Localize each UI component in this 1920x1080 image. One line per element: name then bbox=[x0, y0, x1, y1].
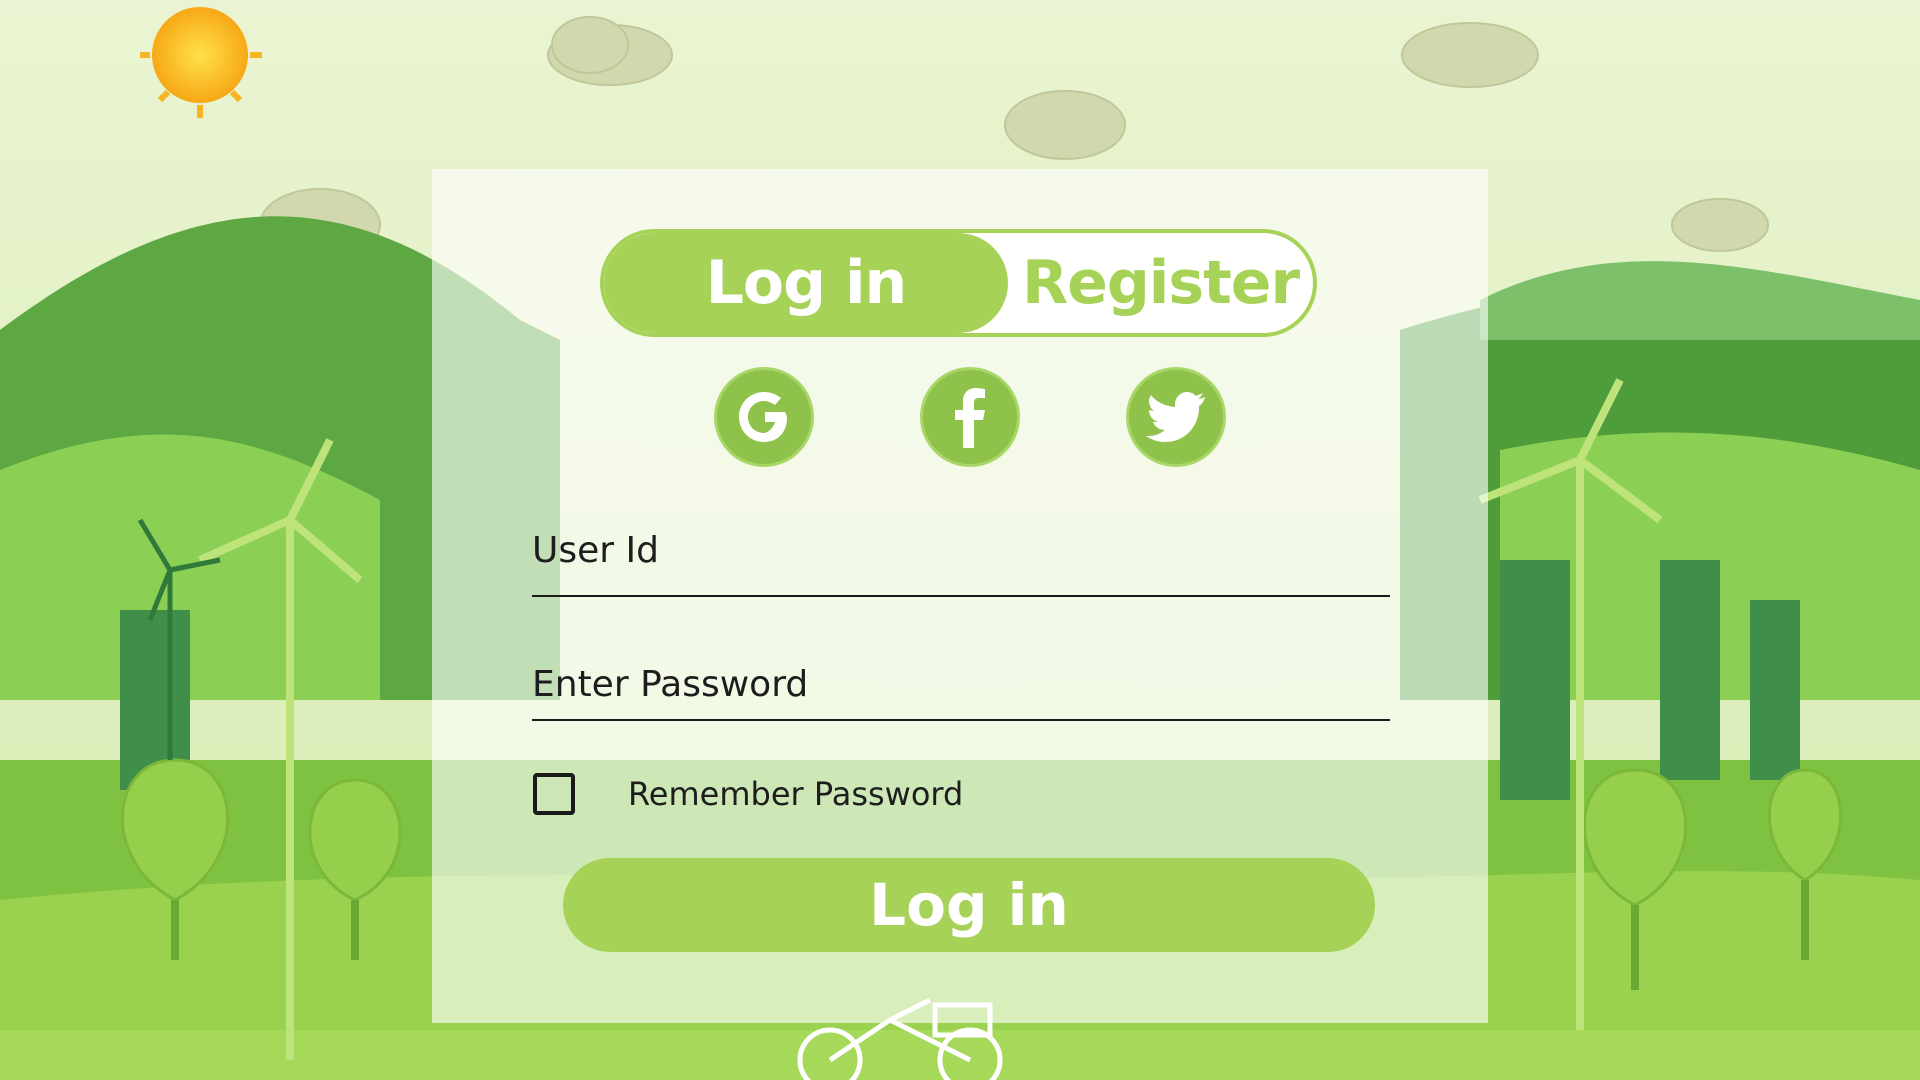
password-input[interactable] bbox=[532, 662, 1394, 720]
password-underline bbox=[532, 719, 1390, 721]
twitter-login-button[interactable] bbox=[1126, 367, 1226, 467]
facebook-icon bbox=[955, 388, 985, 448]
auth-tab-toggle: Log in Register bbox=[600, 229, 1317, 337]
tab-register[interactable]: Register bbox=[1008, 233, 1313, 333]
twitter-icon bbox=[1146, 392, 1205, 442]
remember-password-label: Remember Password bbox=[628, 775, 964, 813]
google-login-button[interactable] bbox=[714, 367, 814, 467]
remember-password-checkbox[interactable] bbox=[533, 773, 575, 815]
login-submit-button[interactable]: Log in bbox=[563, 858, 1375, 952]
tab-login[interactable]: Log in bbox=[604, 233, 1008, 333]
user-id-underline bbox=[532, 595, 1390, 597]
facebook-login-button[interactable] bbox=[920, 367, 1020, 467]
google-icon bbox=[739, 392, 787, 442]
user-id-input[interactable] bbox=[532, 538, 1394, 596]
